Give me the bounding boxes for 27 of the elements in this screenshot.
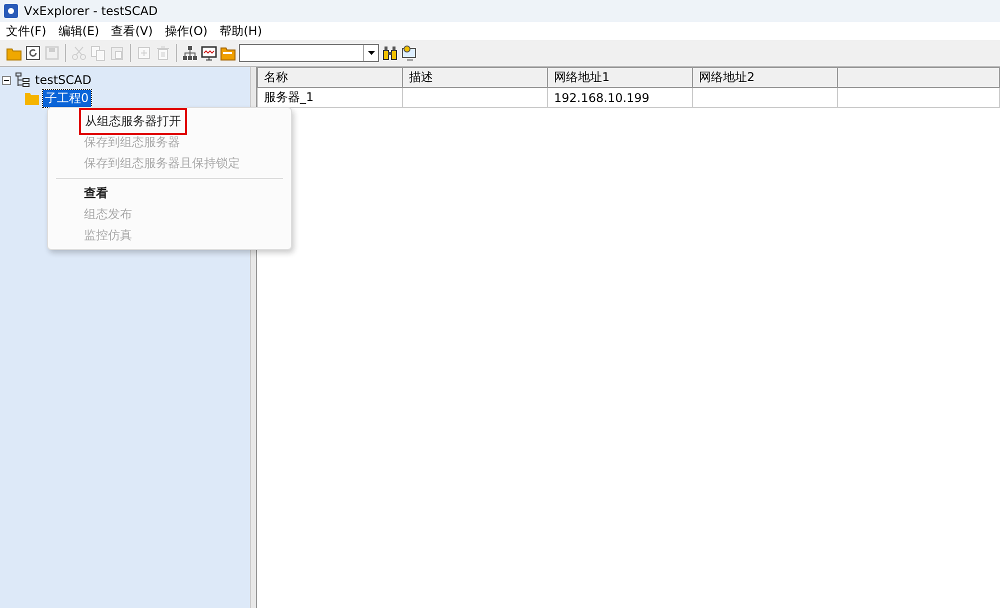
column-header[interactable]: 网络地址2 bbox=[692, 68, 838, 88]
folder-icon bbox=[24, 90, 40, 106]
column-header[interactable]: 网络地址1 bbox=[548, 68, 692, 88]
refresh-icon[interactable] bbox=[25, 45, 41, 61]
menu-item[interactable]: 文件(F) bbox=[0, 22, 52, 40]
column-header[interactable]: 描述 bbox=[402, 68, 548, 88]
window-title: VxExplorer - testSCAD bbox=[24, 4, 158, 18]
tree-item[interactable]: testSCAD bbox=[33, 73, 94, 87]
menu-item[interactable]: 查看(V) bbox=[105, 22, 159, 40]
folder-icon[interactable] bbox=[220, 45, 236, 61]
app-icon bbox=[4, 4, 18, 18]
dropdown-icon[interactable] bbox=[368, 51, 374, 55]
collapse-icon[interactable] bbox=[2, 76, 11, 84]
menu-item[interactable]: 操作(O) bbox=[158, 22, 214, 40]
menu-item[interactable]: 编辑(E) bbox=[52, 22, 106, 40]
menu-item[interactable]: 帮助(H) bbox=[214, 22, 268, 40]
tree-root-icon bbox=[14, 72, 30, 88]
combo-box[interactable] bbox=[239, 44, 379, 62]
binoculars-icon[interactable] bbox=[382, 45, 398, 61]
network-icon[interactable] bbox=[182, 45, 198, 61]
tree-item[interactable]: 子工程0 bbox=[43, 90, 91, 106]
column-header[interactable]: 名称 bbox=[258, 68, 402, 88]
monitor-icon[interactable] bbox=[201, 45, 217, 61]
table-cell: 192.168.10.199 bbox=[548, 88, 692, 108]
screen-icon[interactable] bbox=[401, 45, 417, 61]
menu-option[interactable]: 从组态服务器打开 bbox=[48, 111, 291, 132]
menu-option[interactable]: 查看 bbox=[48, 183, 291, 204]
